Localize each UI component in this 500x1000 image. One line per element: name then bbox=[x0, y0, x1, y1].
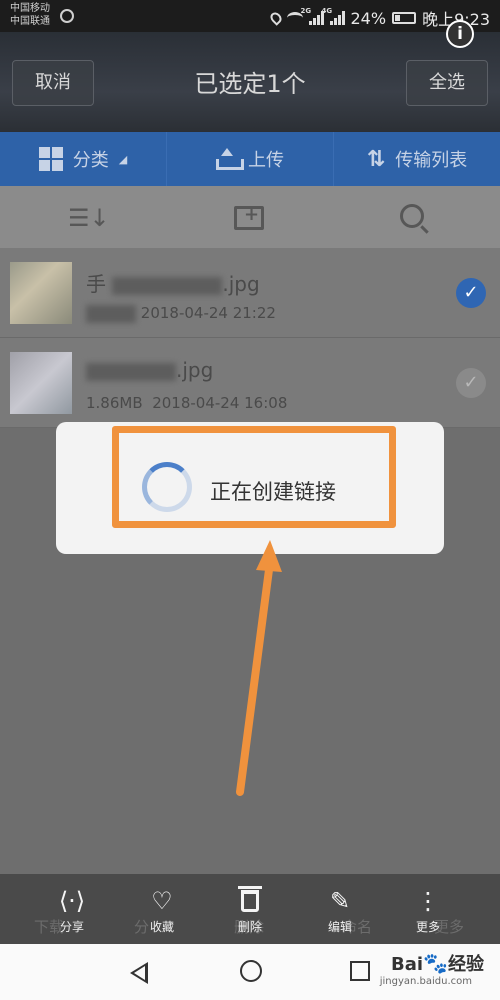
file-meta: 1.86MB 2018-04-24 16:08 bbox=[86, 394, 287, 412]
transfer-label: 传输列表 bbox=[395, 150, 468, 171]
share-icon: ⟨·⟩ bbox=[58, 887, 86, 915]
bottom-action-bar: 下载 分 删除 命名 更多 ⟨·⟩ 分享 ♡ 收藏 删除 ✎ 编辑 ⋮ 更多 bbox=[0, 874, 500, 944]
carrier-names: 中国移动 中国联通 bbox=[10, 2, 50, 28]
upload-button[interactable]: 上传 bbox=[167, 132, 334, 186]
more-button[interactable]: ⋮ 更多 bbox=[398, 884, 458, 935]
file-date: 2018-04-24 16:08 bbox=[152, 394, 288, 412]
main-toolbar: 分类 ◢ 上传 ⇅ 传输列表 bbox=[0, 132, 500, 186]
category-label: 分类 bbox=[72, 150, 109, 171]
battery-percent: 24% bbox=[350, 8, 387, 28]
system-nav-bar: Bai🐾经验 jingyan.baidu.com bbox=[0, 944, 500, 1000]
transfer-arrows-icon: ⇅ bbox=[366, 146, 386, 172]
location-icon bbox=[267, 10, 284, 26]
file-name: 手 .jpg bbox=[86, 272, 260, 296]
blurred-text bbox=[86, 362, 176, 381]
upload-icon bbox=[216, 148, 244, 170]
grid-icon bbox=[38, 147, 63, 171]
file-date: 2018-04-24 21:22 bbox=[140, 304, 276, 322]
signal-4g-icon: 4G bbox=[322, 7, 345, 25]
caret-down-icon: ◢ bbox=[118, 152, 128, 166]
delete-button[interactable]: 删除 bbox=[220, 884, 280, 935]
new-folder-icon[interactable] bbox=[234, 204, 264, 230]
selection-header: 取消 已选定1个 全选 i bbox=[0, 20, 500, 132]
back-icon[interactable] bbox=[130, 962, 148, 984]
trash-icon bbox=[220, 884, 280, 918]
heart-icon: ♡ bbox=[151, 887, 173, 915]
transfer-list-button[interactable]: ⇅ 传输列表 bbox=[334, 132, 500, 186]
file-list: 手 .jpg 2018-04-24 21:22 ✓ .jpg 1.86MB 20… bbox=[0, 248, 500, 428]
pencil-icon: ✎ bbox=[329, 887, 351, 915]
battery-icon bbox=[392, 12, 417, 24]
highlight-box bbox=[112, 426, 396, 528]
file-size: 1.86MB bbox=[86, 394, 143, 412]
select-all-button[interactable]: 全选 bbox=[406, 60, 488, 106]
favorite-button[interactable]: ♡ 收藏 bbox=[132, 884, 192, 935]
checkbox-unchecked-icon[interactable]: ✓ bbox=[456, 368, 486, 398]
file-name: .jpg bbox=[86, 358, 213, 382]
carrier-1: 中国移动 bbox=[10, 3, 50, 14]
status-bar: 中国移动 中国联通 2G 4G 24% 晚上9:23 bbox=[0, 0, 500, 32]
file-thumbnail bbox=[10, 352, 72, 414]
baidu-logo: Bai🐾经验 bbox=[391, 951, 484, 975]
blurred-text bbox=[112, 276, 223, 295]
upload-label: 上传 bbox=[248, 150, 284, 171]
search-icon[interactable] bbox=[400, 204, 424, 228]
list-item[interactable]: .jpg 1.86MB 2018-04-24 16:08 ✓ bbox=[0, 338, 500, 428]
file-thumbnail bbox=[10, 262, 72, 324]
recent-apps-icon[interactable] bbox=[350, 961, 370, 981]
list-item[interactable]: 手 .jpg 2018-04-24 21:22 ✓ bbox=[0, 248, 500, 338]
sort-icon[interactable]: ☰↓ bbox=[68, 204, 110, 232]
file-meta: 2018-04-24 21:22 bbox=[86, 304, 276, 323]
sim-icon bbox=[60, 9, 74, 23]
category-button[interactable]: 分类 ◢ bbox=[0, 132, 167, 186]
blurred-size bbox=[86, 304, 136, 323]
edit-button[interactable]: ✎ 编辑 bbox=[310, 884, 370, 935]
file-subtoolbar: ☰↓ bbox=[0, 186, 500, 248]
more-dots-icon: ⋮ bbox=[416, 887, 440, 915]
share-button[interactable]: ⟨·⟩ 分享 bbox=[42, 884, 102, 935]
watermark-url: jingyan.baidu.com bbox=[379, 976, 472, 987]
home-icon[interactable] bbox=[240, 960, 262, 982]
info-icon[interactable]: i bbox=[446, 20, 474, 48]
checkbox-checked-icon[interactable]: ✓ bbox=[456, 278, 486, 308]
carrier-2: 中国联通 bbox=[10, 16, 50, 27]
